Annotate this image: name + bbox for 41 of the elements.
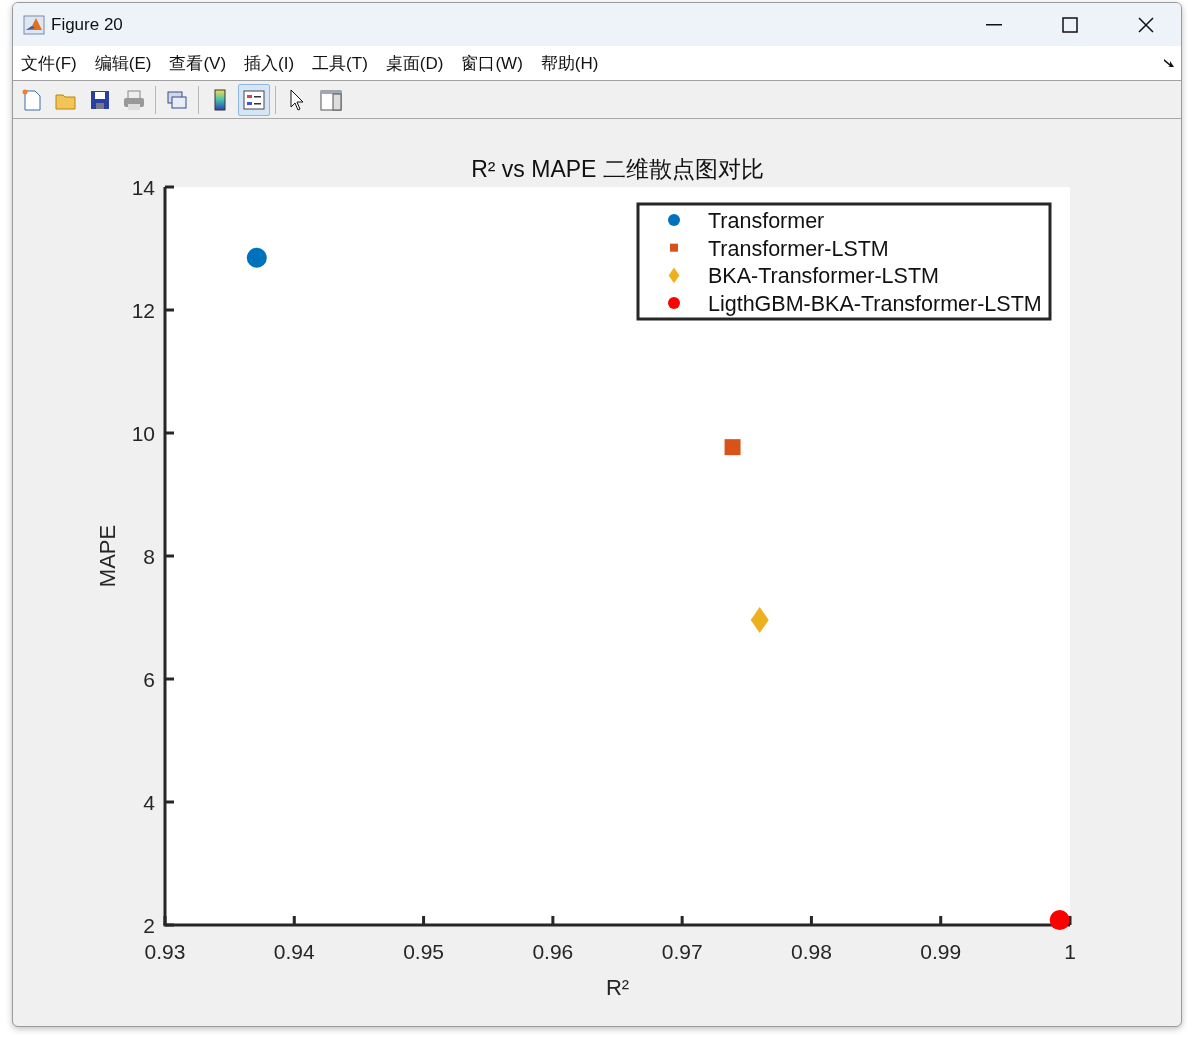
tick-label: 0.94 — [273, 940, 315, 963]
legend-label: Transformer — [708, 209, 825, 233]
tick-label: 10 — [131, 422, 155, 445]
tick-label: 12 — [131, 299, 155, 322]
menu-item[interactable]: 文件(F) — [21, 51, 85, 75]
menu-item[interactable]: 查看(V) — [169, 51, 235, 75]
tick-label: 2 — [143, 914, 155, 937]
toolbar-button[interactable] — [238, 83, 270, 116]
tick-label: 0.99 — [920, 940, 962, 963]
menu-item[interactable]: 窗口(W) — [461, 51, 531, 75]
property-inspector-icon — [319, 87, 343, 112]
legend-label: Transformer-LSTM — [708, 236, 889, 261]
tick-label: 0.95 — [403, 940, 444, 963]
legend-label: LigthGBM-BKA-Transformer-LSTM — [708, 292, 1042, 317]
legend-icon — [242, 87, 266, 112]
dock-arrow-icon[interactable] — [1163, 58, 1175, 68]
maximize-icon — [1062, 16, 1078, 33]
tick-label: 0.93 — [144, 940, 186, 963]
window-title: Figure 20 — [51, 14, 124, 35]
tick-label: 8 — [143, 545, 155, 568]
menu-item[interactable]: 插入(I) — [244, 51, 303, 75]
menu-item[interactable]: 帮助(H) — [540, 51, 607, 75]
x-axis-label: R² — [605, 975, 630, 1000]
minimize-icon — [986, 23, 1002, 26]
tick-label: 0.98 — [791, 940, 832, 963]
close-icon — [1138, 16, 1154, 33]
print-icon — [122, 87, 146, 112]
menu-item[interactable]: 编辑(E) — [94, 51, 160, 75]
tick-label: 0.96 — [532, 940, 574, 963]
tick-label: 4 — [143, 791, 155, 814]
tick-label: 6 — [143, 668, 155, 691]
new-file-icon — [20, 87, 44, 112]
matlab-logo-icon — [23, 13, 45, 36]
menu-item[interactable]: 工具(T) — [312, 51, 376, 75]
menu-item[interactable]: 桌面(D) — [385, 51, 452, 75]
tick-label: 14 — [131, 176, 155, 199]
tick-label: 1 — [1064, 940, 1076, 963]
y-axis-label: MAPE — [95, 524, 120, 588]
legend-label: BKA-Transformer-LSTM — [708, 264, 939, 289]
chart-title: R² vs MAPE 二维散点图对比 — [471, 156, 764, 182]
tick-label: 0.97 — [661, 940, 703, 963]
